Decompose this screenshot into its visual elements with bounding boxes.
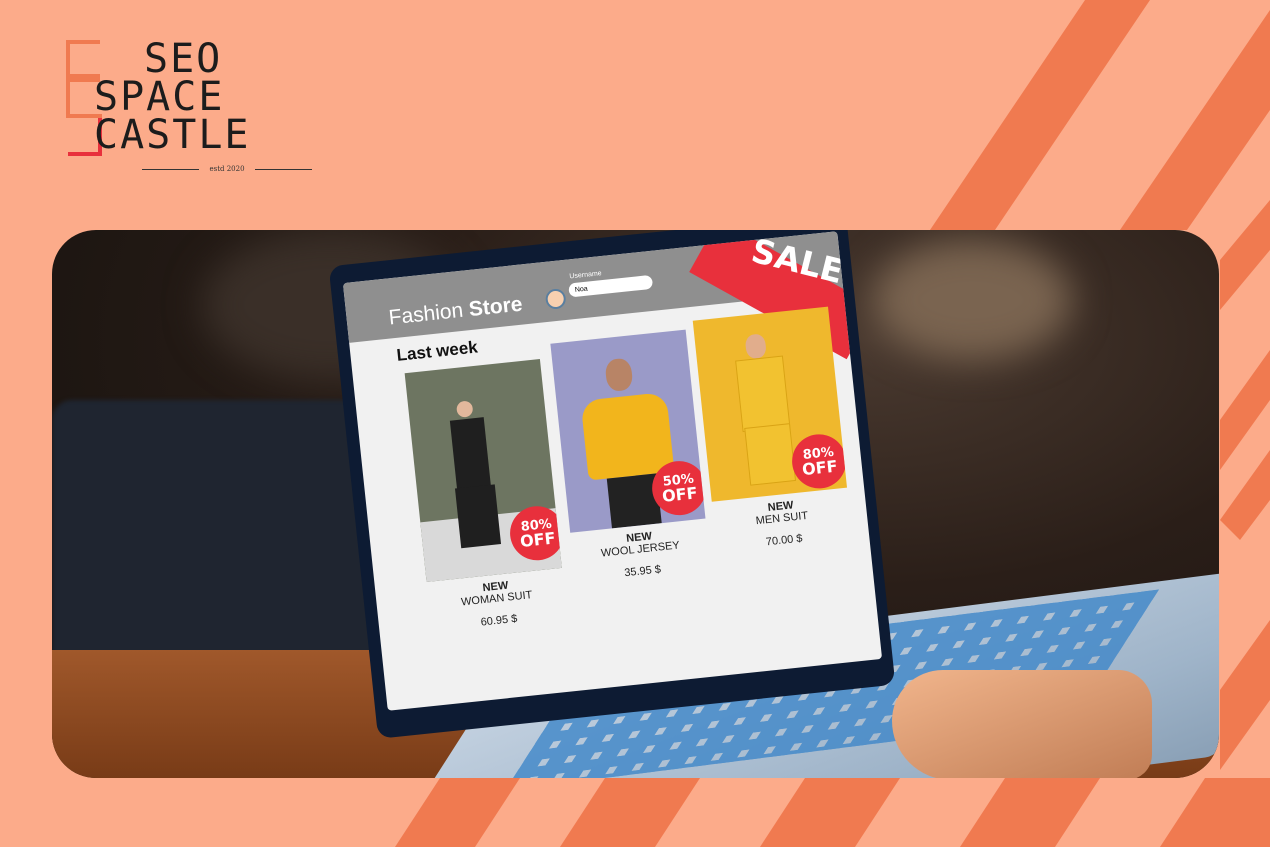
tagline-text: estd 2020	[209, 165, 245, 173]
model-head	[744, 333, 767, 360]
discount-badge: 80% OFF	[789, 431, 848, 492]
store-title[interactable]: Fashion Store	[388, 293, 524, 331]
divider	[254, 168, 313, 170]
product-card[interactable]: 80% OFF NEW WOMAN SUIT 60.95 $	[404, 358, 568, 634]
store-title-light: Fashion	[387, 298, 465, 330]
discount-off: OFF	[661, 482, 699, 506]
username-label: Username	[569, 270, 602, 281]
discount-off: OFF	[519, 527, 557, 551]
product-price: 70.00 $	[765, 532, 804, 549]
section-title: Last week	[395, 337, 479, 365]
model-outfit	[449, 417, 491, 491]
store-title-bold: Store	[467, 292, 524, 322]
product-price: 35.95 $	[623, 563, 662, 580]
product-image[interactable]: 50% OFF	[550, 329, 706, 533]
bokeh	[872, 240, 1072, 360]
hand	[892, 670, 1152, 778]
product-card[interactable]: 50% OFF NEW WOOL JERSEY 35.95 $	[550, 329, 711, 585]
product-image[interactable]: 80% OFF	[404, 358, 562, 583]
product-card[interactable]: 80% OFF NEW MEN SUIT 70.00 $	[692, 306, 853, 554]
logo-tagline: estd 2020	[142, 162, 313, 176]
product-price: 60.95 $	[480, 612, 518, 629]
logo[interactable]: SEO SPACE CASTLE estd 2020	[60, 36, 313, 178]
logo-line-1: SEO	[144, 36, 223, 82]
logo-line-2: SPACE	[94, 74, 225, 120]
model-legs	[744, 423, 797, 486]
laptop-screen: Fashion Store Username SALE Last week 80…	[342, 231, 883, 711]
hero-photo: Fashion Store Username SALE Last week 80…	[52, 230, 1219, 778]
model-head	[455, 400, 474, 418]
model-outfit	[735, 355, 791, 433]
logo-line-3: CASTLE	[94, 112, 251, 158]
divider	[142, 168, 200, 170]
avatar[interactable]	[544, 288, 567, 310]
product-image[interactable]: 80% OFF	[692, 306, 848, 502]
model-head	[604, 357, 634, 393]
model-legs	[454, 484, 502, 549]
discount-off: OFF	[801, 456, 839, 479]
